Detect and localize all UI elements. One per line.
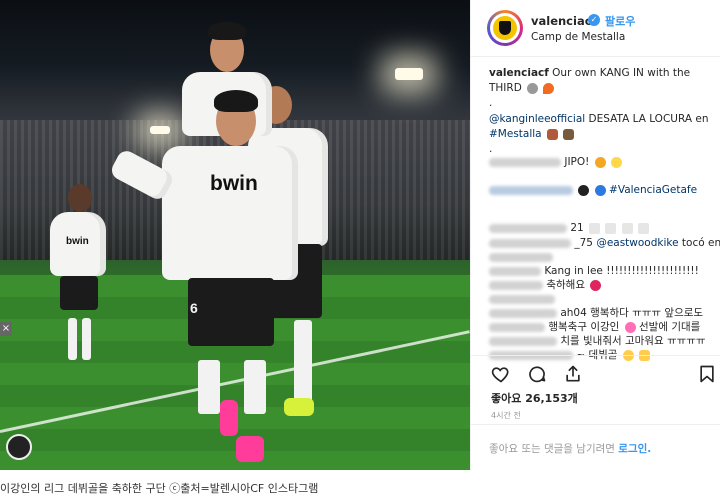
comment-line: ah04 행복하다 ㅠㅠㅠ 앞으로도 bbox=[489, 306, 703, 320]
add-comment-prompt: 좋아요 또는 댓글을 남기려면 로그인. bbox=[489, 443, 652, 455]
comment-line: Kang in lee !!!!!!!!!!!!!!!!!!!!!! bbox=[489, 264, 699, 278]
page-caption: 이강인의 리그 데뷔골을 축하한 구단 ⓒ출처=발렌시아CF 인스타그램 bbox=[0, 482, 319, 495]
caption-line: THIRD bbox=[489, 81, 555, 95]
profile-avatar[interactable] bbox=[487, 10, 523, 46]
sparkle-icon bbox=[611, 156, 623, 168]
action-bar bbox=[471, 355, 720, 386]
caption-dot: . bbox=[489, 97, 493, 109]
location-link[interactable]: Camp de Mestalla bbox=[531, 31, 625, 43]
post-header: valenciacf ✓ 팔로우 Camp de Mestalla bbox=[471, 0, 720, 57]
fire-icon bbox=[543, 82, 555, 94]
login-link[interactable]: 로그인. bbox=[618, 443, 651, 455]
add-comment-area: 좋아요 또는 댓글을 남기려면 로그인. bbox=[471, 424, 720, 471]
username[interactable]: valenciacf bbox=[531, 14, 597, 28]
blue-heart-icon bbox=[594, 184, 606, 196]
close-icon[interactable]: × bbox=[0, 322, 12, 336]
post-photo[interactable]: bwin bwin 6 × bbox=[0, 0, 470, 470]
share-icon[interactable] bbox=[563, 364, 583, 384]
comment-line: 축하해요 bbox=[489, 278, 602, 292]
mention-link[interactable]: @kanginleeofficial bbox=[489, 113, 585, 125]
comment-line: JIPO! bbox=[489, 155, 623, 169]
korea-flag-icon bbox=[589, 222, 601, 234]
caption-line: valenciacf Our own KANG IN with the bbox=[489, 67, 691, 79]
stadium-icon bbox=[546, 128, 558, 140]
mention-link[interactable]: @eastwoodkike bbox=[596, 237, 678, 249]
comment-line: 행복축구 이강인 선발에 기대를 bbox=[489, 320, 700, 334]
soccer-ball-icon bbox=[527, 82, 539, 94]
red-heart-icon bbox=[590, 279, 602, 291]
korea-flag-icon bbox=[621, 222, 633, 234]
black-heart-icon bbox=[578, 184, 590, 196]
pink-heart-icon bbox=[624, 321, 636, 333]
post-time[interactable]: 4시간 전 bbox=[491, 410, 521, 421]
bat-icon bbox=[563, 128, 575, 140]
bookmark-icon[interactable] bbox=[697, 364, 717, 384]
heart-icon[interactable] bbox=[491, 364, 511, 384]
hashtag-link[interactable]: #Mestalla bbox=[489, 128, 542, 140]
instagram-post: bwin bwin 6 × valenciacf ✓ 팔로우 Camp de M… bbox=[0, 0, 720, 470]
korea-flag-icon bbox=[605, 222, 617, 234]
comment-line bbox=[489, 292, 555, 306]
comment-line: 21 bbox=[489, 221, 650, 235]
caption-username[interactable]: valenciacf bbox=[489, 67, 549, 79]
floodlight bbox=[395, 68, 423, 80]
verified-badge-icon: ✓ bbox=[588, 14, 600, 26]
comment-line: 치를 빛내줘서 고마워요 ㅠㅠㅠㅠ bbox=[489, 334, 706, 348]
comment-icon[interactable] bbox=[527, 364, 547, 384]
follow-button[interactable]: 팔로우 bbox=[605, 13, 635, 29]
burst-icon bbox=[594, 156, 606, 168]
likes-count[interactable]: 좋아요 26,153개 bbox=[491, 390, 578, 406]
caption-line: #Mestalla bbox=[489, 127, 575, 141]
user-tag-icon[interactable] bbox=[6, 434, 32, 460]
korea-flag-icon bbox=[638, 222, 650, 234]
caption-dot: . bbox=[489, 143, 493, 155]
valencia-logo-icon bbox=[493, 16, 517, 40]
caption-line: @kanginleeofficial DESATA LA LOCURA en bbox=[489, 113, 709, 125]
comment-line: #ValenciaGetafe bbox=[489, 183, 697, 197]
comment-line: _75 @eastwoodkike tocó en bbox=[489, 236, 720, 250]
hashtag-link[interactable]: #ValenciaGetafe bbox=[609, 184, 697, 196]
post-sidebar: valenciacf ✓ 팔로우 Camp de Mestalla valenc… bbox=[470, 0, 720, 470]
comment-line bbox=[489, 250, 553, 264]
floodlight bbox=[150, 126, 170, 134]
